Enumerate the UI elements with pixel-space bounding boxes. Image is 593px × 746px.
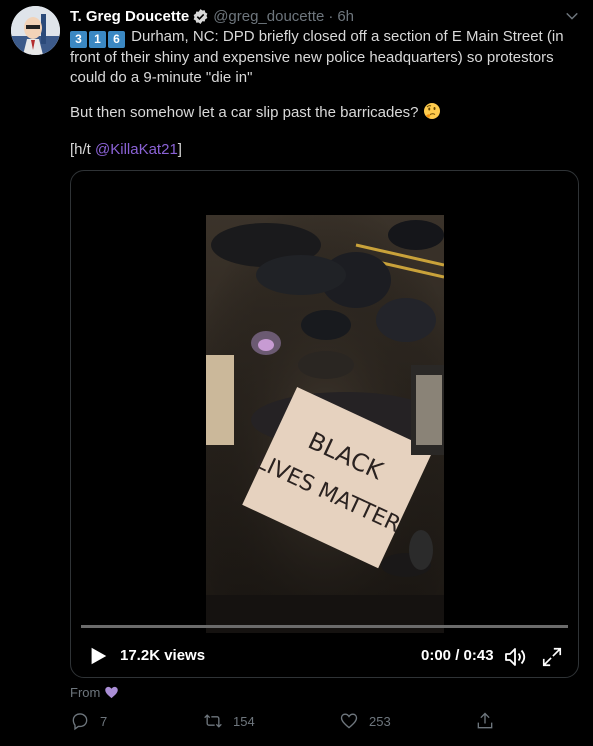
video-frame[interactable]: BLACK LIVES MATTER [206, 215, 444, 633]
author-name[interactable]: T. Greg Doucette [70, 8, 189, 25]
tweet-text: 316 Durham, NC: DPD briefly closed off a… [70, 27, 570, 88]
view-count: 17.2K views [120, 647, 206, 664]
reply-icon [72, 713, 88, 731]
thinking-face-icon [423, 103, 440, 119]
retweet-count: 154 [233, 713, 255, 729]
tweet-text-paragraph-2: But then somehow let a car slip past the… [70, 102, 570, 123]
header-separator: · [328, 7, 334, 25]
like-count: 253 [369, 713, 391, 729]
hat-tip-suffix: ] [177, 141, 182, 158]
avatar[interactable] [11, 6, 60, 55]
like-button[interactable]: 253 [339, 711, 391, 731]
mention-link[interactable]: @KillaKat21 [95, 141, 178, 158]
from-label: From [70, 685, 101, 700]
video-duration: 0:00 / 0:43 [421, 647, 494, 664]
tweet-text-line: Durham, NC: DPD briefly closed off a sec… [131, 28, 564, 45]
volume-icon[interactable] [503, 645, 527, 669]
tweet-line-1: 316 Durham, NC: DPD briefly closed off a… [70, 27, 570, 48]
keycap-digit-icon: 1 [89, 31, 106, 48]
video-player[interactable]: BLACK LIVES MATTER 17.2K views 0:00 / 0:… [70, 170, 579, 678]
from-row: From [70, 685, 119, 700]
hat-tip-prefix: [h/t [70, 141, 96, 158]
like-icon [340, 713, 358, 729]
author-handle[interactable]: @greg_doucette [213, 8, 324, 25]
share-button[interactable] [475, 711, 505, 731]
hat-tip: [h/t @KillaKat21] [70, 140, 570, 160]
retweet-icon [204, 714, 222, 728]
tweet-text-line: could do a 9-minute "die in" [70, 69, 253, 86]
keycap-digit-icon: 6 [108, 31, 125, 48]
fullscreen-icon[interactable] [541, 646, 563, 668]
video-thumbnail: BLACK LIVES MATTER [206, 215, 444, 633]
reply-count: 7 [100, 713, 108, 729]
tweet-header: T. Greg Doucette @greg_doucette · 6h [70, 6, 354, 26]
reply-button[interactable]: 7 [70, 711, 107, 731]
purple-heart-icon [105, 686, 119, 699]
chevron-down-icon[interactable] [563, 7, 581, 25]
tweet-text-line: front of their shiny and expensive new p… [70, 49, 554, 66]
play-icon[interactable] [87, 645, 109, 667]
avatar-illustration [11, 6, 60, 55]
retweet-button[interactable]: 154 [203, 711, 255, 731]
keycap-digit-icon: 3 [70, 31, 87, 48]
share-icon [477, 712, 493, 729]
timestamp[interactable]: 6h [337, 8, 354, 25]
video-scrubber[interactable] [81, 625, 568, 628]
verified-badge-icon [193, 8, 208, 24]
tweet-text-line: But then somehow let a car slip past the… [70, 104, 419, 121]
